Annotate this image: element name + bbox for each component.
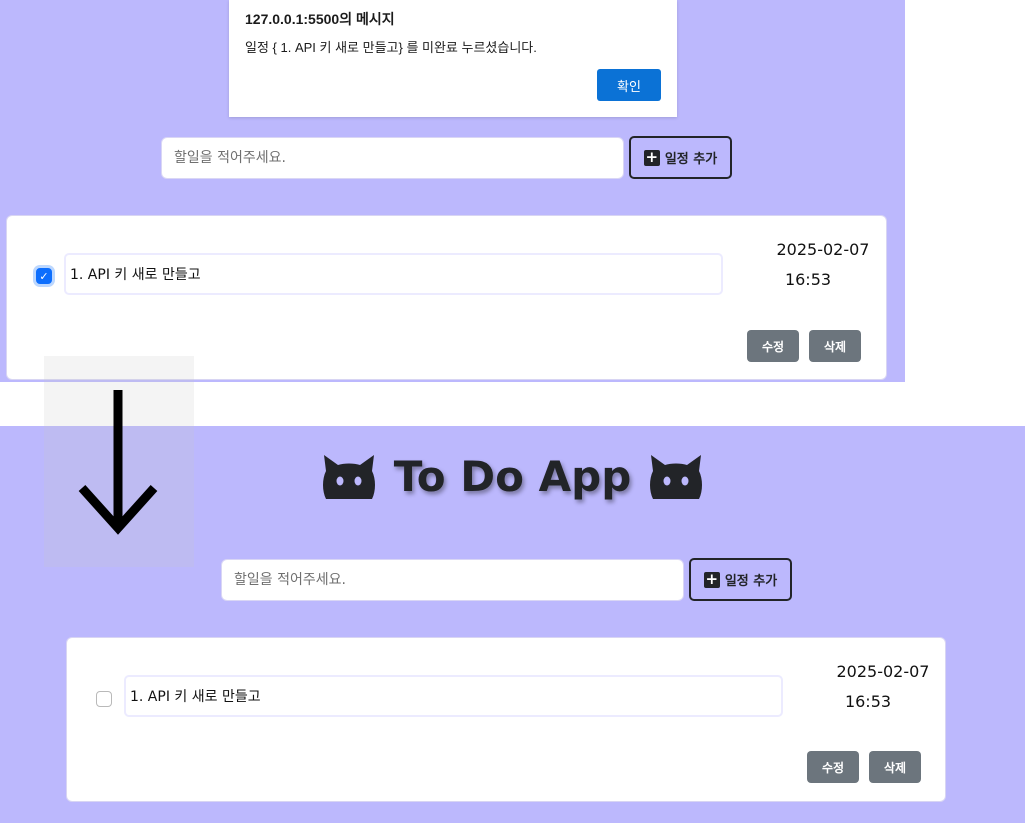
delete-button[interactable]: 삭제 [869, 751, 921, 783]
add-todo-button[interactable]: + 일정 추가 [629, 136, 732, 179]
alert-message: 일정 { 1. API 키 새로 만들고} 를 미완료 누르셨습니다. [245, 40, 537, 55]
todo-checkbox[interactable]: ✓ [36, 268, 52, 284]
todo-text-field[interactable] [124, 675, 783, 717]
todo-time: 16:53 [844, 692, 892, 711]
app-title-text: To Do App [393, 452, 632, 501]
add-todo-label: 일정 추가 [664, 152, 718, 167]
todo-date: 2025-02-07 [836, 662, 930, 681]
todo-input[interactable] [161, 137, 624, 179]
add-todo-label: 일정 추가 [724, 574, 778, 589]
arrow-down-icon [78, 390, 158, 535]
alert-dialog: 127.0.0.1:5500의 메시지 일정 { 1. API 키 새로 만들고… [229, 0, 677, 117]
plus-icon: + [643, 148, 660, 166]
transition-arrow [44, 356, 194, 567]
todo-text-field[interactable] [64, 253, 723, 295]
alert-ok-button[interactable]: 확인 [597, 69, 661, 101]
todo-card: 2025-02-07 16:53 수정 삭제 [67, 638, 945, 801]
edit-button[interactable]: 수정 [747, 330, 799, 362]
check-icon: ✓ [39, 269, 49, 283]
todo-card: ✓ 2025-02-07 16:53 수정 삭제 [7, 216, 886, 379]
todo-time: 16:53 [784, 270, 832, 289]
edit-button[interactable]: 수정 [807, 751, 859, 783]
cat-icon [322, 454, 375, 499]
plus-icon: + [703, 570, 720, 588]
todo-input[interactable] [221, 559, 684, 601]
todo-date: 2025-02-07 [776, 240, 870, 259]
delete-button[interactable]: 삭제 [809, 330, 861, 362]
add-todo-button[interactable]: + 일정 추가 [689, 558, 792, 601]
alert-title: 127.0.0.1:5500의 메시지 [245, 11, 395, 27]
todo-checkbox[interactable] [96, 691, 112, 707]
cat-icon [650, 454, 703, 499]
